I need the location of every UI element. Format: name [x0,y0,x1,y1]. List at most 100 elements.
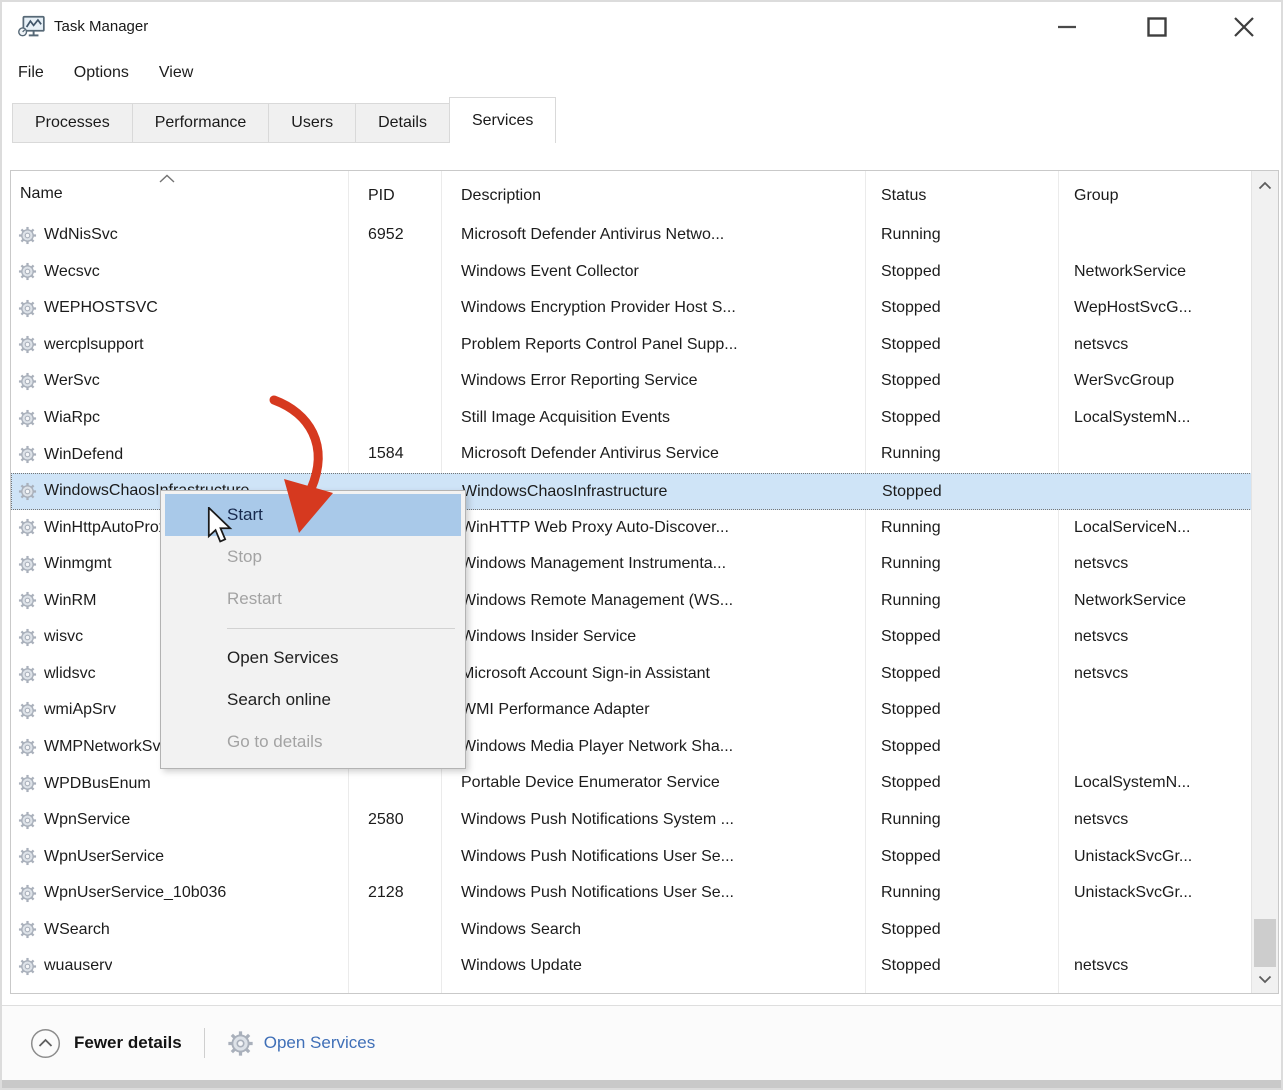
cell-group [1058,912,1252,949]
cell-description: Windows Push Notifications User Se... [441,839,865,876]
close-icon [1232,15,1256,39]
cell-status: Running [865,217,1058,254]
scroll-down-button[interactable] [1252,965,1278,993]
cell-group: netsvcs [1058,656,1252,693]
cell-group: NetworkService [1058,254,1252,291]
close-button[interactable] [1215,8,1273,46]
cell-pid: 6952 [348,217,441,254]
cell-name: wercplsupport [11,327,348,364]
menu-item-search-online[interactable]: Search online [165,679,461,721]
cell-status: Running [865,875,1058,912]
cell-group [1058,217,1252,254]
cell-name: WEPHOSTSVC [11,290,348,327]
cell-status: Running [865,436,1058,473]
cell-pid: 1584 [348,436,441,473]
menu-item-start[interactable]: Start [165,494,461,536]
menu-view[interactable]: View [159,64,193,82]
cell-name: Wecsvc [11,254,348,291]
service-gear-icon [18,738,37,757]
table-row[interactable]: WiaRpcStill Image Acquisition EventsStop… [11,400,1252,437]
service-gear-icon [18,957,37,976]
maximize-button[interactable] [1128,8,1186,46]
table-row[interactable]: WpnUserService_10b0362128Windows Push No… [11,875,1252,912]
cell-pid [348,400,441,437]
cell-group [1058,692,1252,729]
cell-status: Stopped [865,839,1058,876]
column-header-status[interactable]: Status [865,171,1058,217]
service-gear-icon [18,920,37,939]
fewer-details-button[interactable]: Fewer details [30,1028,182,1059]
tab-performance[interactable]: Performance [132,103,270,143]
cell-name: WiaRpc [11,400,348,437]
cell-pid [348,948,441,985]
table-row[interactable]: WdNisSvc6952Microsoft Defender Antivirus… [11,217,1252,254]
table-row[interactable]: wercplsupportProblem Reports Control Pan… [11,327,1252,364]
vertical-scrollbar[interactable] [1251,171,1278,993]
service-gear-icon [18,811,37,830]
cell-group [1058,436,1252,473]
cell-pid [348,912,441,949]
menu-file[interactable]: File [18,64,44,82]
minimize-button[interactable] [1038,8,1096,46]
cell-pid [348,363,441,400]
menu-separator [227,628,455,629]
cell-name: WpnUserService_10b036 [11,875,348,912]
tab-bar: ProcessesPerformanceUsersDetailsServices [2,96,1281,143]
service-gear-icon [18,482,37,501]
service-gear-icon [18,774,37,793]
titlebar: Task Manager [2,2,1281,52]
cell-name: WPDBusEnum [11,765,348,802]
cell-group: netsvcs [1058,619,1252,656]
cell-description: Windows Event Collector [441,254,865,291]
cell-status: Stopped [865,692,1058,729]
cell-status: Stopped [865,619,1058,656]
service-gear-icon [18,409,37,428]
menu-options[interactable]: Options [74,64,129,82]
table-row[interactable]: WSearchWindows SearchStopped [11,912,1252,949]
cell-status: Stopped [865,912,1058,949]
table-row[interactable]: WecsvcWindows Event CollectorStoppedNetw… [11,254,1252,291]
table-row[interactable]: WEPHOSTSVCWindows Encryption Provider Ho… [11,290,1252,327]
column-header-description[interactable]: Description [441,171,865,217]
menu-item-restart[interactable]: Restart [165,578,461,620]
column-header-pid[interactable]: PID [348,171,441,217]
cell-description: Windows Push Notifications System ... [441,802,865,839]
table-row[interactable]: WpnUserServiceWindows Push Notifications… [11,839,1252,876]
cell-group: netsvcs [1058,802,1252,839]
tab-processes[interactable]: Processes [12,103,133,143]
cell-group [1059,474,1251,509]
gear-icon [227,1030,254,1057]
cell-description: Windows Update [441,948,865,985]
chevron-up-icon [1258,181,1272,190]
scroll-up-button[interactable] [1252,171,1278,199]
cell-description: Windows Media Player Network Sha... [441,729,865,766]
table-row[interactable]: WPDBusEnumPortable Device Enumerator Ser… [11,765,1252,802]
menu-item-go-to-details[interactable]: Go to details [165,721,461,763]
service-gear-icon [18,445,37,464]
tab-services[interactable]: Services [449,97,556,143]
table-row[interactable]: wuauservWindows UpdateStoppednetsvcs [11,948,1252,985]
column-header-group[interactable]: Group [1058,171,1252,217]
table-row[interactable]: WerSvcWindows Error Reporting ServiceSto… [11,363,1252,400]
service-gear-icon [18,372,37,391]
table-row[interactable]: WpnService2580Windows Push Notifications… [11,802,1252,839]
menu-item-open-services[interactable]: Open Services [165,637,461,679]
task-manager-window: Task Manager File Options View Processes… [0,0,1283,1090]
scrollbar-thumb[interactable] [1254,919,1276,967]
cell-description: WindowsChaosInfrastructure [442,474,866,509]
cell-description: Still Image Acquisition Events [441,400,865,437]
open-services-link[interactable]: Open Services [227,1030,376,1057]
table-row[interactable]: WinDefend1584Microsoft Defender Antiviru… [11,436,1252,473]
service-gear-icon [18,226,37,245]
cell-description: Microsoft Defender Antivirus Service [441,436,865,473]
cell-group: UnistackSvcGr... [1058,839,1252,876]
menu-item-stop[interactable]: Stop [165,536,461,578]
tab-details[interactable]: Details [355,103,450,143]
cell-status: Stopped [865,290,1058,327]
column-header-name[interactable]: Name [11,171,348,217]
cell-description: WinHTTP Web Proxy Auto-Discover... [441,510,865,547]
tab-users[interactable]: Users [268,103,356,143]
service-gear-icon [18,262,37,281]
cell-name: WpnService [11,802,348,839]
context-menu: StartStopRestart Open ServicesSearch onli… [160,490,466,769]
